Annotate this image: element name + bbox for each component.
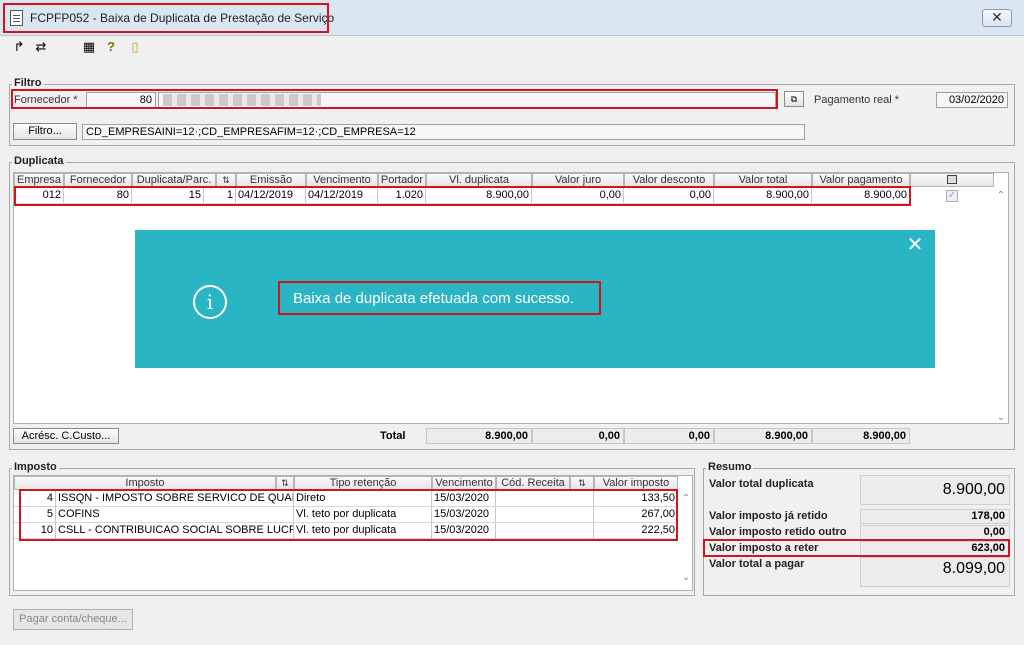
imposto-legend: Imposto: [12, 461, 59, 473]
row-checkbox[interactable]: ✓: [946, 190, 958, 202]
document-icon: [10, 10, 23, 26]
col-tipo-retencao[interactable]: Tipo retenção: [294, 476, 432, 490]
dup-fornecedor[interactable]: 80: [64, 188, 132, 204]
resumo-legend: Resumo: [706, 461, 754, 473]
total-valor-pagamento: 8.900,00: [812, 428, 910, 444]
close-button[interactable]: ✕: [982, 9, 1012, 27]
dup-valor-juro[interactable]: 0,00: [532, 188, 624, 204]
help-icon[interactable]: ?: [104, 40, 118, 54]
col-duplicata-parc[interactable]: Duplicata/Parc.: [132, 173, 216, 187]
lookup-button[interactable]: ⧉: [784, 91, 804, 107]
imposto-retido-outro-label: Valor imposto retido outro: [709, 526, 847, 538]
duplicata-legend: Duplicata: [12, 155, 66, 167]
col-valor-imposto[interactable]: Valor imposto: [594, 476, 678, 490]
imp-row1-vencimento[interactable]: 15/03/2020: [432, 491, 496, 507]
imp-row1-code[interactable]: 4: [14, 491, 56, 507]
col-cod-receita[interactable]: Cód. Receita: [496, 476, 570, 490]
dup-parcela[interactable]: 1: [204, 188, 236, 204]
dup-duplicata[interactable]: 15: [132, 188, 204, 204]
info-icon: i: [193, 285, 227, 319]
col-valor-pagamento[interactable]: Valor pagamento: [812, 173, 910, 187]
calculator-icon[interactable]: ▦: [82, 40, 96, 54]
col-vencimento[interactable]: Vencimento: [306, 173, 378, 187]
total-vl-duplicata: 8.900,00: [426, 428, 532, 444]
imposto-ja-retido-value: 178,00: [860, 509, 1010, 524]
col-portador[interactable]: Portador: [378, 173, 426, 187]
fornecedor-label: Fornecedor *: [14, 94, 78, 106]
dup-vencimento[interactable]: 04/12/2019: [306, 188, 378, 204]
valor-total-duplicata-label: Valor total duplicata: [709, 478, 814, 490]
dup-portador[interactable]: 1.020: [378, 188, 426, 204]
imp-scroll-down-arrow[interactable]: ⌄: [680, 572, 692, 583]
col-imposto[interactable]: Imposto: [14, 476, 276, 490]
filtro-expression-field[interactable]: CD_EMPRESAINI=12·;CD_EMPRESAFIM=12·;CD_E…: [82, 124, 805, 140]
imp-row3-vencimento[interactable]: 15/03/2020: [432, 523, 496, 539]
dup-vl-duplicata[interactable]: 8.900,00: [426, 188, 532, 204]
total-valor-desconto: 0,00: [624, 428, 714, 444]
filtro-button[interactable]: Filtro...: [13, 123, 77, 140]
pagamento-real-label: Pagamento real *: [814, 94, 899, 106]
exit-icon[interactable]: ↱: [12, 40, 26, 54]
imp-row2-name[interactable]: COFINS: [56, 507, 294, 523]
imp-row3-name[interactable]: CSLL - CONTRIBUICAO SOCIAL SOBRE LUCRO L: [56, 523, 294, 539]
imposto-ja-retido-label: Valor imposto já retido: [709, 510, 828, 522]
imp-row2-tipo[interactable]: Vl. teto por duplicata: [294, 507, 432, 523]
col-imposto-sort-icon[interactable]: ⇅: [276, 476, 294, 490]
total-valor-total: 8.900,00: [714, 428, 812, 444]
filtro-legend: Filtro: [12, 77, 44, 89]
dup-valor-total[interactable]: 8.900,00: [714, 188, 812, 204]
imp-row3-tipo[interactable]: Vl. teto por duplicata: [294, 523, 432, 539]
acresc-custo-button[interactable]: Acrésc. C.Custo...: [13, 428, 119, 444]
notification-message: Baixa de duplicata efetuada com sucesso.: [293, 290, 575, 307]
col-empresa[interactable]: Empresa: [14, 173, 64, 187]
imposto-retido-outro-value: 0,00: [860, 525, 1010, 540]
imp-row1-tipo[interactable]: Direto: [294, 491, 432, 507]
total-label: Total: [380, 430, 406, 442]
fornecedor-code-field[interactable]: 80: [86, 92, 156, 108]
door-icon[interactable]: ▯: [128, 40, 142, 54]
col-vl-duplicata[interactable]: Vl. duplicata: [426, 173, 532, 187]
valor-total-pagar-value: 8.099,00: [860, 557, 1010, 587]
switch-icon[interactable]: ⇄: [34, 40, 48, 54]
imp-row2-vencimento[interactable]: 15/03/2020: [432, 507, 496, 523]
imp-row1-name[interactable]: ISSQN - IMPOSTO SOBRE SERVICO DE QUALQU: [56, 491, 294, 507]
imp-row3-code[interactable]: 10: [14, 523, 56, 539]
redacted-name: [163, 94, 321, 106]
pagamento-real-field[interactable]: 03/02/2020: [936, 92, 1008, 108]
scroll-up-arrow[interactable]: ⌃: [995, 190, 1007, 201]
imp-row1-valor[interactable]: 133,50: [594, 491, 678, 507]
col-select-all[interactable]: [910, 173, 994, 187]
dup-emissao[interactable]: 04/12/2019: [236, 188, 306, 204]
window-title: FCPFP052 - Baixa de Duplicata de Prestaç…: [30, 11, 335, 25]
imposto-a-reter-label: Valor imposto a reter: [709, 542, 819, 554]
col-valor-juro[interactable]: Valor juro: [532, 173, 624, 187]
pagar-conta-button[interactable]: Pagar conta/cheque...: [13, 609, 133, 630]
col-imp-vencimento[interactable]: Vencimento: [432, 476, 496, 490]
total-valor-juro: 0,00: [532, 428, 624, 444]
col-valor-total[interactable]: Valor total: [714, 173, 812, 187]
imp-row2-receita[interactable]: [496, 507, 594, 523]
imp-row2-code[interactable]: 5: [14, 507, 56, 523]
dup-empresa[interactable]: 012: [14, 188, 64, 204]
valor-total-duplicata-value: 8.900,00: [860, 475, 1010, 505]
notification-close-icon[interactable]: ✕: [905, 235, 925, 255]
col-sort-icon[interactable]: ⇅: [216, 173, 236, 187]
imp-row1-receita[interactable]: [496, 491, 594, 507]
valor-total-pagar-label: Valor total a pagar: [709, 558, 805, 570]
imp-row3-receita[interactable]: [496, 523, 594, 539]
col-fornecedor[interactable]: Fornecedor: [64, 173, 132, 187]
imp-row3-valor[interactable]: 222,50: [594, 523, 678, 539]
col-valor-desconto[interactable]: Valor desconto: [624, 173, 714, 187]
scroll-down-arrow[interactable]: ⌄: [995, 412, 1007, 423]
imp-row2-valor[interactable]: 267,00: [594, 507, 678, 523]
dup-valor-pagamento[interactable]: 8.900,00: [812, 188, 910, 204]
col-emissao[interactable]: Emissão: [236, 173, 306, 187]
imp-scroll-up-arrow[interactable]: ⌃: [680, 493, 692, 504]
col-receita-sort-icon[interactable]: ⇅: [570, 476, 594, 490]
imposto-a-reter-value: 623,00: [860, 541, 1010, 556]
dup-valor-desconto[interactable]: 0,00: [624, 188, 714, 204]
